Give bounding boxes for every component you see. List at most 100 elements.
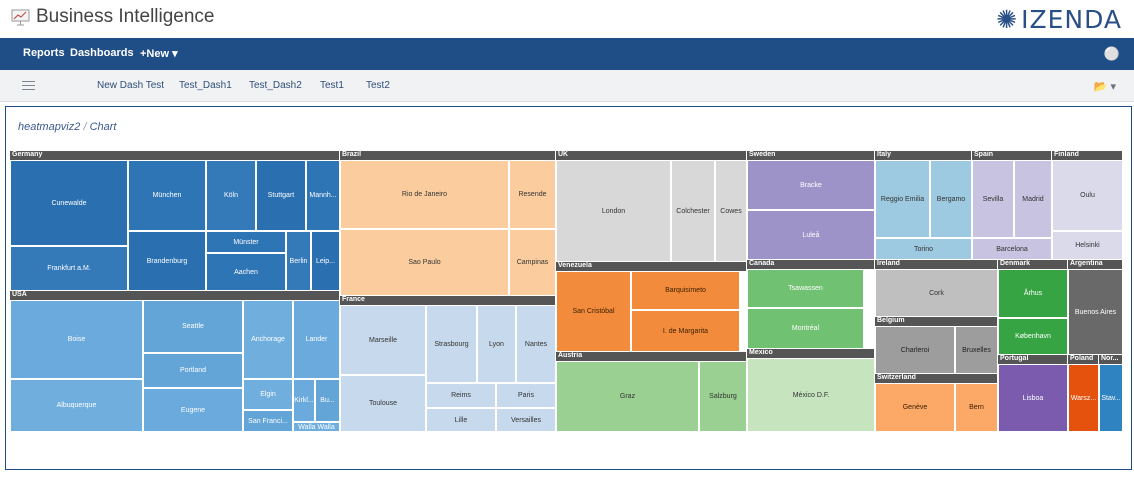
treemap-cell[interactable]: Torino bbox=[875, 238, 972, 260]
treemap-group-header[interactable]: Brazil bbox=[340, 151, 556, 160]
treemap-cell[interactable]: Tsawassen bbox=[747, 269, 864, 308]
treemap-chart[interactable]: Germany Cunewalde München Köln Stuttgart Mann… bbox=[10, 151, 1123, 432]
treemap-cell[interactable]: Stav... bbox=[1099, 364, 1123, 432]
treemap-cell[interactable]: Warsz... bbox=[1068, 364, 1099, 432]
treemap-cell[interactable]: Lille bbox=[426, 408, 496, 432]
treemap-cell[interactable]: Bern bbox=[955, 383, 998, 432]
treemap-cell[interactable]: Toulouse bbox=[340, 375, 426, 432]
treemap-cell[interactable]: Strasbourg bbox=[426, 305, 477, 383]
treemap-cell[interactable]: México D.F. bbox=[747, 358, 875, 432]
folder-icon[interactable]: 📂 ▾ bbox=[1094, 80, 1116, 93]
treemap-cell[interactable]: Münster bbox=[206, 231, 286, 253]
tab-test1[interactable]: Test1 bbox=[320, 80, 344, 91]
treemap-cell[interactable]: Anchorage bbox=[243, 300, 293, 379]
treemap-group-header[interactable]: Denmark bbox=[998, 260, 1068, 269]
tab-test-dash2[interactable]: Test_Dash2 bbox=[249, 80, 302, 91]
treemap-cell[interactable]: Sevilla bbox=[972, 160, 1014, 238]
treemap-cell[interactable]: Walla Walla bbox=[293, 422, 340, 432]
treemap-group-header[interactable]: France bbox=[340, 296, 556, 305]
treemap-cell[interactable]: Mannh... bbox=[306, 160, 340, 231]
nav-dashboards[interactable]: Dashboards bbox=[70, 47, 134, 59]
treemap-cell[interactable]: Bruxelles bbox=[955, 326, 998, 374]
treemap-cell[interactable]: Genève bbox=[875, 383, 955, 432]
treemap-cell[interactable]: Köln bbox=[206, 160, 256, 231]
treemap-cell[interactable]: Charleroi bbox=[875, 326, 955, 374]
treemap-cell[interactable]: Resende bbox=[509, 160, 556, 229]
treemap-cell[interactable]: Campinas bbox=[509, 229, 556, 296]
treemap-cell[interactable]: København bbox=[998, 318, 1068, 355]
nav-reports[interactable]: Reports bbox=[23, 47, 65, 59]
treemap-cell[interactable]: Marseille bbox=[340, 305, 426, 375]
treemap-cell[interactable]: Cunewalde bbox=[10, 160, 128, 246]
treemap-cell[interactable]: I. de Margarita bbox=[631, 310, 740, 352]
treemap-cell[interactable]: Eugene bbox=[143, 388, 243, 432]
treemap-group-header[interactable]: Austria bbox=[556, 352, 747, 361]
treemap-cell[interactable]: Versailles bbox=[496, 408, 556, 432]
treemap-cell[interactable]: San Franci... bbox=[243, 410, 293, 432]
treemap-group-header[interactable]: UK bbox=[556, 151, 747, 160]
user-icon[interactable]: ⚪ bbox=[1104, 46, 1120, 62]
treemap-cell[interactable]: Cork bbox=[875, 269, 998, 317]
treemap-group-header[interactable]: Venezuela bbox=[556, 262, 747, 271]
treemap-cell[interactable]: Barcelona bbox=[972, 238, 1052, 260]
treemap-cell[interactable]: Albuquerque bbox=[10, 379, 143, 432]
treemap-group-header[interactable]: Spain bbox=[972, 151, 1052, 160]
treemap-cell[interactable]: Sao Paulo bbox=[340, 229, 509, 296]
treemap-group-header[interactable]: Finland bbox=[1052, 151, 1123, 160]
treemap-cell[interactable]: Bracke bbox=[747, 160, 875, 210]
treemap-cell[interactable]: Seattle bbox=[143, 300, 243, 353]
treemap-cell[interactable]: Frankfurt a.M. bbox=[10, 246, 128, 291]
treemap-cell[interactable]: Stuttgart bbox=[256, 160, 306, 231]
treemap-group-header[interactable]: Italy bbox=[875, 151, 972, 160]
treemap-cell[interactable]: Salzburg bbox=[699, 361, 747, 432]
treemap-cell[interactable]: Brandenburg bbox=[128, 231, 206, 291]
treemap-cell[interactable]: Montréal bbox=[747, 308, 864, 349]
treemap-cell[interactable]: Leip... bbox=[311, 231, 340, 291]
treemap-cell[interactable]: München bbox=[128, 160, 206, 231]
tab-new-dash-test[interactable]: New Dash Test bbox=[97, 80, 164, 91]
treemap-cell[interactable]: Helsinki bbox=[1052, 231, 1123, 260]
treemap-cell[interactable]: Bergamo bbox=[930, 160, 972, 238]
treemap-cell[interactable]: Barquisimeto bbox=[631, 271, 740, 310]
treemap-cell[interactable]: Århus bbox=[998, 269, 1068, 318]
treemap-group-header[interactable]: Mexico bbox=[747, 349, 875, 358]
treemap-group-header[interactable]: Switzerland bbox=[875, 374, 998, 383]
treemap-cell[interactable]: Graz bbox=[556, 361, 699, 432]
treemap-cell[interactable]: Madrid bbox=[1014, 160, 1052, 238]
treemap-group-header[interactable]: Germany bbox=[10, 151, 340, 160]
nav-new-menu[interactable]: +New ▾ bbox=[140, 47, 178, 60]
treemap-cell[interactable]: Bu... bbox=[315, 379, 340, 422]
treemap-group-header[interactable]: Portugal bbox=[998, 355, 1068, 364]
treemap-cell[interactable]: Boise bbox=[10, 300, 143, 379]
treemap-group-header[interactable]: Nor... bbox=[1099, 355, 1123, 364]
treemap-group-header[interactable]: Ireland bbox=[875, 260, 998, 269]
treemap-group-header[interactable]: Sweden bbox=[747, 151, 875, 160]
treemap-cell[interactable]: Buenos Aires bbox=[1068, 269, 1123, 355]
treemap-cell[interactable]: Colchester bbox=[671, 160, 715, 262]
treemap-cell[interactable]: Kirkl... bbox=[293, 379, 315, 422]
treemap-cell[interactable]: Nantes bbox=[516, 305, 556, 383]
treemap-cell[interactable]: Paris bbox=[496, 383, 556, 408]
breadcrumb-report[interactable]: heatmapviz2 bbox=[18, 121, 80, 133]
tab-test2[interactable]: Test2 bbox=[366, 80, 390, 91]
treemap-cell[interactable]: London bbox=[556, 160, 671, 262]
treemap-group-header[interactable]: USA bbox=[10, 291, 340, 300]
treemap-cell[interactable]: Reims bbox=[426, 383, 496, 408]
treemap-cell[interactable]: Cowes bbox=[715, 160, 747, 262]
treemap-cell[interactable]: Berlin bbox=[286, 231, 311, 291]
treemap-cell[interactable]: San Cristóbal bbox=[556, 271, 631, 352]
treemap-cell[interactable]: Oulu bbox=[1052, 160, 1123, 231]
treemap-cell[interactable]: Lisboa bbox=[998, 364, 1068, 432]
tab-test-dash1[interactable]: Test_Dash1 bbox=[179, 80, 232, 91]
treemap-cell[interactable]: Aachen bbox=[206, 253, 286, 291]
treemap-cell[interactable]: Reggio Emilia bbox=[875, 160, 930, 238]
treemap-group-header[interactable]: Argentina bbox=[1068, 260, 1123, 269]
treemap-group-header[interactable]: Poland bbox=[1068, 355, 1099, 364]
treemap-cell[interactable]: Luleå bbox=[747, 210, 875, 260]
treemap-group-header[interactable]: Belgium bbox=[875, 317, 998, 326]
treemap-cell[interactable]: Rio de Janeiro bbox=[340, 160, 509, 229]
treemap-cell[interactable]: Lander bbox=[293, 300, 340, 379]
treemap-cell[interactable]: Elgin bbox=[243, 379, 293, 410]
treemap-cell[interactable]: Lyon bbox=[477, 305, 516, 383]
treemap-group-header[interactable]: Canada bbox=[747, 260, 875, 269]
